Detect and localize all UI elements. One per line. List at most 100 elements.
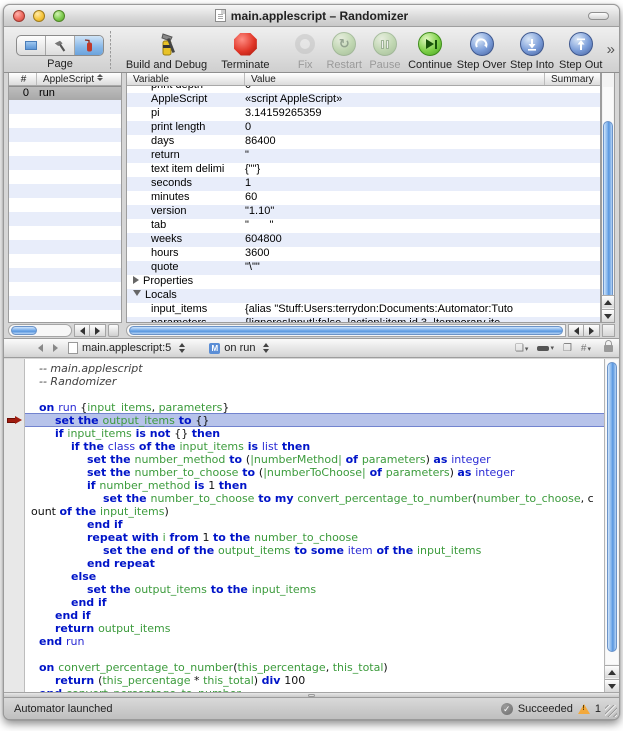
variable-row[interactable]: print depth0 — [127, 86, 600, 93]
code-line[interactable]: else — [25, 570, 604, 583]
program-counter-arrow-icon[interactable] — [7, 416, 22, 425]
zoom-button[interactable] — [53, 10, 65, 22]
document-proxy-icon[interactable] — [215, 9, 226, 22]
code-line[interactable]: end run — [25, 635, 604, 648]
variable-row[interactable]: input_items{alias "Stuff:Users:terrydon:… — [127, 303, 600, 317]
toolbar-toggle-pill[interactable] — [588, 12, 609, 20]
step-into-button[interactable]: Step Into — [507, 27, 557, 71]
marker-menu-icon[interactable]: ▾ — [537, 344, 554, 352]
forward-arrow-button[interactable] — [53, 344, 58, 352]
variable-row[interactable]: quote"\"" — [127, 261, 600, 275]
stack-name-column-header[interactable]: AppleScript — [37, 73, 121, 85]
disclosure-triangle-icon[interactable] — [133, 276, 139, 284]
variable-row[interactable]: days86400 — [127, 135, 600, 149]
build-status-label[interactable]: Succeeded — [518, 703, 573, 715]
variables-vertical-scrollbar[interactable] — [601, 73, 615, 323]
stack-number-column-header[interactable]: # — [9, 73, 37, 85]
value-column-header[interactable]: Value — [245, 73, 545, 85]
variable-row[interactable]: AppleScript«script AppleScript» — [127, 93, 600, 107]
segment-editor[interactable] — [17, 36, 46, 55]
code-line[interactable]: -- main.applescript — [25, 362, 604, 375]
stack-horizontal-scrollbar[interactable] — [8, 324, 122, 337]
variable-row[interactable]: text item delimi{""} — [127, 163, 600, 177]
code-line[interactable]: end repeat — [25, 557, 604, 570]
code-line[interactable]: set the number_to_choose to my convert_p… — [25, 492, 604, 505]
step-over-button[interactable]: Step Over — [456, 27, 507, 71]
segment-debug[interactable] — [75, 36, 103, 55]
variable-row[interactable]: return" — [127, 149, 600, 163]
variable-row[interactable]: seconds1 — [127, 177, 600, 191]
scroll-right-button[interactable] — [584, 324, 600, 337]
breakpoint-gutter[interactable] — [4, 359, 25, 692]
file-popup[interactable]: main.applescript:5 — [82, 342, 171, 354]
code-text-area[interactable]: -- main.applescript-- Randomizer on run … — [25, 359, 604, 692]
segment-build[interactable] — [46, 36, 75, 55]
code-line[interactable] — [25, 388, 604, 401]
code-line[interactable]: if input_items is not {} then — [25, 427, 604, 440]
code-line[interactable]: return (this_percentage * this_total) di… — [25, 674, 604, 687]
scroll-left-button[interactable] — [568, 324, 584, 337]
file-popup-stepper-icon[interactable] — [179, 343, 185, 353]
disclosure-triangle-icon[interactable] — [133, 290, 141, 296]
scrollbar-thumb[interactable] — [607, 362, 617, 652]
scrollbar-thumb[interactable] — [603, 121, 613, 299]
minimize-button[interactable] — [33, 10, 45, 22]
code-line[interactable]: end if — [25, 609, 604, 622]
variable-row[interactable]: version"1.10" — [127, 205, 600, 219]
toolbar-overflow-chevron[interactable]: » — [605, 27, 619, 58]
breakpoints-menu-icon[interactable]: #▾ — [581, 342, 591, 354]
variable-row[interactable]: minutes60 — [127, 191, 600, 205]
counterpart-icon[interactable]: ❐ — [563, 343, 572, 354]
terminate-button[interactable]: Terminate — [216, 27, 274, 71]
resize-grip[interactable] — [605, 705, 617, 717]
summary-column-header[interactable]: Summary — [545, 73, 600, 85]
code-line[interactable]: if the class of the input_items is list … — [25, 440, 604, 453]
source-editor[interactable]: -- main.applescript-- Randomizer on run … — [4, 359, 619, 692]
variable-row[interactable]: hours3600 — [127, 247, 600, 261]
variable-column-header[interactable]: Variable — [127, 73, 245, 85]
scroll-up-button[interactable] — [602, 295, 614, 308]
close-button[interactable] — [13, 10, 25, 22]
scroll-down-button[interactable] — [602, 309, 614, 322]
warning-triangle-icon[interactable] — [578, 704, 590, 714]
variable-row[interactable]: print length0 — [127, 121, 600, 135]
code-line[interactable]: end if — [25, 596, 604, 609]
build-and-debug-button[interactable]: Build and Debug — [117, 27, 216, 71]
fix-button[interactable]: Fix — [287, 27, 322, 71]
code-line[interactable]: set the number_method to (|numberMethod|… — [25, 453, 604, 466]
code-line[interactable]: end if — [25, 518, 604, 531]
current-execution-line[interactable]: set the output_items to {} — [25, 413, 604, 427]
method-popup[interactable]: on run — [224, 342, 255, 354]
code-line[interactable]: repeat with i from 1 to the number_to_ch… — [25, 531, 604, 544]
scroll-right-button[interactable] — [90, 324, 106, 337]
back-arrow-button[interactable] — [38, 344, 43, 352]
code-line[interactable]: on convert_percentage_to_number(this_per… — [25, 661, 604, 674]
variable-row[interactable]: pi3.14159265359 — [127, 107, 600, 121]
scroll-left-button[interactable] — [74, 324, 90, 337]
variable-row[interactable]: tab" " — [127, 219, 600, 233]
code-line[interactable]: set the output_items to the input_items — [25, 583, 604, 596]
pause-button[interactable]: Pause — [365, 27, 404, 71]
scroll-up-button[interactable] — [605, 665, 619, 678]
editor-vertical-scrollbar[interactable] — [604, 359, 619, 692]
continue-button[interactable]: Continue — [404, 27, 455, 71]
variables-horizontal-scrollbar[interactable] — [126, 324, 615, 337]
code-line[interactable] — [25, 648, 604, 661]
code-line[interactable]: set the end of the output_items to some … — [25, 544, 604, 557]
code-line[interactable]: set the number_to_choose to (|numberToCh… — [25, 466, 604, 479]
code-line[interactable]: return output_items — [25, 622, 604, 635]
scrollbar-thumb[interactable] — [129, 326, 563, 335]
method-popup-stepper-icon[interactable] — [263, 343, 269, 353]
lock-icon[interactable] — [604, 345, 613, 352]
variable-row[interactable]: parameters{|ignoresInput|:false, |action… — [127, 317, 600, 322]
restart-button[interactable]: ↻ Restart — [323, 27, 366, 71]
stack-frame-row[interactable]: 0run — [9, 86, 121, 100]
code-line[interactable]: ount of the input_items) — [25, 505, 604, 518]
code-line[interactable]: if number_method is 1 then — [25, 479, 604, 492]
bookmark-menu-icon[interactable]: ❏▾ — [515, 342, 528, 354]
scrollbar-thumb[interactable] — [11, 326, 37, 335]
warning-count[interactable]: 1 — [595, 703, 601, 715]
title-bar[interactable]: main.applescript – Randomizer — [4, 5, 619, 27]
variable-row[interactable]: Locals — [127, 289, 600, 303]
pane-split-button[interactable] — [108, 324, 119, 337]
